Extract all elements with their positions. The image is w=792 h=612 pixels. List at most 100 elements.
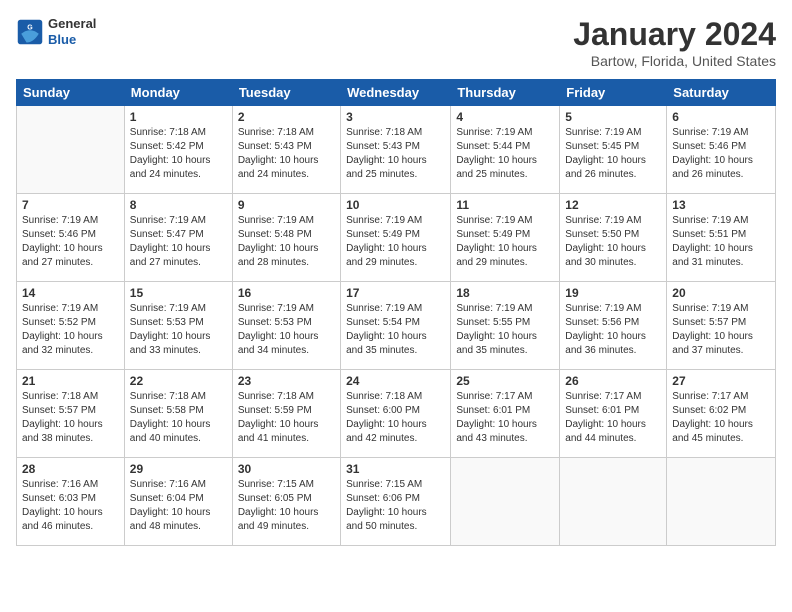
day-info: Sunrise: 7:19 AM Sunset: 5:56 PM Dayligh… bbox=[565, 302, 661, 358]
header: G General Blue January 2024 Bartow, Flor… bbox=[16, 16, 776, 69]
table-row: 16Sunrise: 7:19 AM Sunset: 5:53 PM Dayli… bbox=[232, 282, 340, 370]
day-number: 8 bbox=[130, 198, 227, 212]
table-row: 19 Sunrise: 7:19 AM Sunset: 5:56 PM Dayli… bbox=[560, 282, 667, 370]
table-row: 14 Sunrise: 7:19 AM Sunset: 5:52 PM Dayli… bbox=[17, 282, 125, 370]
day-number: 31 bbox=[346, 462, 445, 476]
table-row: 9 Sunrise: 7:19 AM Sunset: 5:48 PM Daylig… bbox=[232, 194, 340, 282]
day-info: Sunrise: 7:19 AM Sunset: 5:52 PM Dayligh… bbox=[22, 302, 119, 358]
day-info: Sunrise: 7:19 AM Sunset: 5:49 PM Dayligh… bbox=[456, 214, 554, 270]
day-number: 13 bbox=[672, 198, 770, 212]
logo-icon: G bbox=[16, 18, 44, 46]
col-wednesday: Wednesday bbox=[341, 80, 451, 106]
table-row: 5 Sunrise: 7:19 AM Sunset: 5:45 PM Daylig… bbox=[560, 106, 667, 194]
col-sunday: Sunday bbox=[17, 80, 125, 106]
location: Bartow, Florida, United States bbox=[573, 53, 776, 69]
table-row: 31 Sunrise: 7:15 AM Sunset: 6:06 PM Dayli… bbox=[341, 458, 451, 546]
day-info: Sunrise: 7:19 AM Sunset: 5:57 PM Dayligh… bbox=[672, 302, 770, 358]
day-number: 5 bbox=[565, 110, 661, 124]
day-info: Sunrise: 7:18 AM Sunset: 5:42 PM Dayligh… bbox=[130, 126, 227, 182]
table-row: 26Sunrise: 7:17 AM Sunset: 6:01 PM Dayli… bbox=[560, 370, 667, 458]
table-row: 18Sunrise: 7:19 AM Sunset: 5:55 PM Dayli… bbox=[451, 282, 560, 370]
day-info: Sunrise: 7:19 AM Sunset: 5:47 PM Dayligh… bbox=[130, 214, 227, 270]
day-info: Sunrise: 7:16 AM Sunset: 6:04 PM Dayligh… bbox=[130, 478, 227, 534]
day-number: 12 bbox=[565, 198, 661, 212]
day-info: Sunrise: 7:16 AM Sunset: 6:03 PM Dayligh… bbox=[22, 478, 119, 534]
logo: G General Blue bbox=[16, 16, 96, 47]
day-info: Sunrise: 7:19 AM Sunset: 5:55 PM Dayligh… bbox=[456, 302, 554, 358]
day-number: 30 bbox=[238, 462, 335, 476]
table-row: 28 Sunrise: 7:16 AM Sunset: 6:03 PM Dayli… bbox=[17, 458, 125, 546]
calendar-week-row: 7 Sunrise: 7:19 AM Sunset: 5:46 PM Daylig… bbox=[17, 194, 776, 282]
table-row: 11 Sunrise: 7:19 AM Sunset: 5:49 PM Dayli… bbox=[451, 194, 560, 282]
day-info: Sunrise: 7:19 AM Sunset: 5:46 PM Dayligh… bbox=[672, 126, 770, 182]
day-number: 24 bbox=[346, 374, 445, 388]
day-info: Sunrise: 7:18 AM Sunset: 6:00 PM Dayligh… bbox=[346, 390, 445, 446]
col-monday: Monday bbox=[124, 80, 232, 106]
day-number: 2 bbox=[238, 110, 335, 124]
day-info: Sunrise: 7:17 AM Sunset: 6:01 PM Dayligh… bbox=[456, 390, 554, 446]
table-row: 17 Sunrise: 7:19 AM Sunset: 5:54 PM Dayli… bbox=[341, 282, 451, 370]
table-row: 2 Sunrise: 7:18 AM Sunset: 5:43 PM Daylig… bbox=[232, 106, 340, 194]
day-info: Sunrise: 7:18 AM Sunset: 5:59 PM Dayligh… bbox=[238, 390, 335, 446]
table-row: 29 Sunrise: 7:16 AM Sunset: 6:04 PM Dayli… bbox=[124, 458, 232, 546]
day-info: Sunrise: 7:18 AM Sunset: 5:43 PM Dayligh… bbox=[238, 126, 335, 182]
day-number: 7 bbox=[22, 198, 119, 212]
calendar-week-row: 21 Sunrise: 7:18 AM Sunset: 5:57 PM Dayli… bbox=[17, 370, 776, 458]
day-info: Sunrise: 7:17 AM Sunset: 6:02 PM Dayligh… bbox=[672, 390, 770, 446]
table-row: 25 Sunrise: 7:17 AM Sunset: 6:01 PM Dayli… bbox=[451, 370, 560, 458]
logo-text: General Blue bbox=[48, 16, 96, 47]
day-number: 23 bbox=[238, 374, 335, 388]
day-info: Sunrise: 7:19 AM Sunset: 5:53 PM Dayligh… bbox=[130, 302, 227, 358]
table-row: 12 Sunrise: 7:19 AM Sunset: 5:50 PM Dayli… bbox=[560, 194, 667, 282]
calendar-table: Sunday Monday Tuesday Wednesday Thursday… bbox=[16, 79, 776, 546]
day-info: Sunrise: 7:19 AM Sunset: 5:51 PM Dayligh… bbox=[672, 214, 770, 270]
day-info: Sunrise: 7:18 AM Sunset: 5:57 PM Dayligh… bbox=[22, 390, 119, 446]
day-number: 16 bbox=[238, 286, 335, 300]
table-row: 23 Sunrise: 7:18 AM Sunset: 5:59 PM Dayli… bbox=[232, 370, 340, 458]
logo-blue: Blue bbox=[48, 32, 96, 48]
day-number: 15 bbox=[130, 286, 227, 300]
day-info: Sunrise: 7:15 AM Sunset: 6:06 PM Dayligh… bbox=[346, 478, 445, 534]
day-number: 11 bbox=[456, 198, 554, 212]
calendar-header-row: Sunday Monday Tuesday Wednesday Thursday… bbox=[17, 80, 776, 106]
table-row: 22Sunrise: 7:18 AM Sunset: 5:58 PM Dayli… bbox=[124, 370, 232, 458]
day-info: Sunrise: 7:17 AM Sunset: 6:01 PM Dayligh… bbox=[565, 390, 661, 446]
table-row: 10Sunrise: 7:19 AM Sunset: 5:49 PM Dayli… bbox=[341, 194, 451, 282]
day-info: Sunrise: 7:19 AM Sunset: 5:50 PM Dayligh… bbox=[565, 214, 661, 270]
day-info: Sunrise: 7:19 AM Sunset: 5:48 PM Dayligh… bbox=[238, 214, 335, 270]
col-thursday: Thursday bbox=[451, 80, 560, 106]
table-row: 27 Sunrise: 7:17 AM Sunset: 6:02 PM Dayli… bbox=[667, 370, 776, 458]
calendar-week-row: 14 Sunrise: 7:19 AM Sunset: 5:52 PM Dayli… bbox=[17, 282, 776, 370]
day-number: 6 bbox=[672, 110, 770, 124]
table-row: 30 Sunrise: 7:15 AM Sunset: 6:05 PM Dayli… bbox=[232, 458, 340, 546]
day-info: Sunrise: 7:19 AM Sunset: 5:45 PM Dayligh… bbox=[565, 126, 661, 182]
table-row: 3Sunrise: 7:18 AM Sunset: 5:43 PM Daylig… bbox=[341, 106, 451, 194]
table-row: 8 Sunrise: 7:19 AM Sunset: 5:47 PM Daylig… bbox=[124, 194, 232, 282]
day-info: Sunrise: 7:19 AM Sunset: 5:54 PM Dayligh… bbox=[346, 302, 445, 358]
day-info: Sunrise: 7:15 AM Sunset: 6:05 PM Dayligh… bbox=[238, 478, 335, 534]
month-title: January 2024 bbox=[573, 16, 776, 53]
day-number: 19 bbox=[565, 286, 661, 300]
day-number: 22 bbox=[130, 374, 227, 388]
day-number: 21 bbox=[22, 374, 119, 388]
col-friday: Friday bbox=[560, 80, 667, 106]
calendar-week-row: 28 Sunrise: 7:16 AM Sunset: 6:03 PM Dayli… bbox=[17, 458, 776, 546]
main-container: G General Blue January 2024 Bartow, Flor… bbox=[0, 0, 792, 554]
day-number: 27 bbox=[672, 374, 770, 388]
day-number: 25 bbox=[456, 374, 554, 388]
day-number: 10 bbox=[346, 198, 445, 212]
calendar-week-row: 1 Sunrise: 7:18 AM Sunset: 5:42 PM Daylig… bbox=[17, 106, 776, 194]
day-info: Sunrise: 7:19 AM Sunset: 5:46 PM Dayligh… bbox=[22, 214, 119, 270]
table-row bbox=[667, 458, 776, 546]
table-row: 21 Sunrise: 7:18 AM Sunset: 5:57 PM Dayli… bbox=[17, 370, 125, 458]
day-number: 14 bbox=[22, 286, 119, 300]
table-row: 7 Sunrise: 7:19 AM Sunset: 5:46 PM Daylig… bbox=[17, 194, 125, 282]
day-number: 29 bbox=[130, 462, 227, 476]
day-number: 1 bbox=[130, 110, 227, 124]
day-number: 9 bbox=[238, 198, 335, 212]
logo-general: General bbox=[48, 16, 96, 32]
day-number: 3 bbox=[346, 110, 445, 124]
day-number: 4 bbox=[456, 110, 554, 124]
day-number: 17 bbox=[346, 286, 445, 300]
day-number: 28 bbox=[22, 462, 119, 476]
